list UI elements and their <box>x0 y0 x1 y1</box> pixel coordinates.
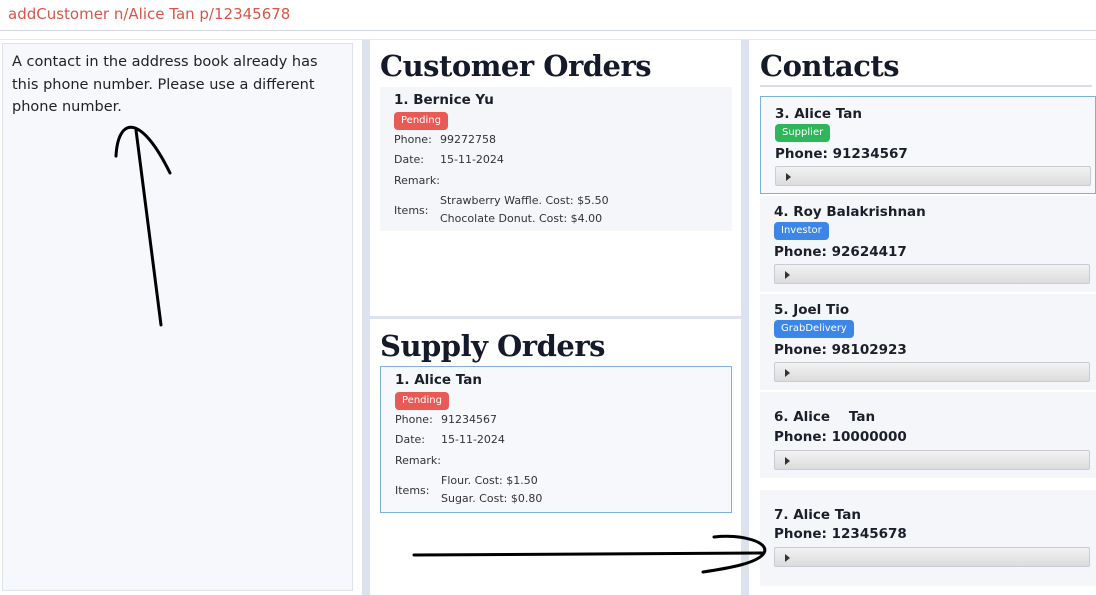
expand-arrow-icon <box>786 173 791 181</box>
date-label: Date: <box>395 433 425 446</box>
phone-value: 91234567 <box>441 413 497 426</box>
contact-name: 7. Alice Tan <box>774 507 861 523</box>
order-name: 1. Alice Tan <box>395 372 482 388</box>
status-badge: Pending <box>395 392 449 410</box>
expand-arrow-icon <box>785 457 790 465</box>
contact-name: 3. Alice Tan <box>775 106 862 122</box>
contact-name: 4. Roy Balakrishnan <box>774 204 926 220</box>
item-line: Flour. Cost: $1.50 <box>441 474 538 487</box>
remark-label: Remark: <box>394 174 440 187</box>
items-label: Items: <box>394 204 429 217</box>
result-column: A contact in the address book already ha… <box>0 40 362 595</box>
date-value: 15-11-2024 <box>441 433 505 446</box>
contact-expander[interactable] <box>774 362 1090 382</box>
status-badge: Pending <box>394 112 448 130</box>
contact-card[interactable]: 5. Joel Tio GrabDelivery Phone: 98102923 <box>760 294 1096 390</box>
contacts-column: Contacts 3. Alice Tan Supplier Phone: 91… <box>749 40 1096 595</box>
contact-name: 6. Alice Tan <box>774 409 876 425</box>
item-line: Strawberry Waffle. Cost: $5.50 <box>440 194 609 207</box>
contact-tag: GrabDelivery <box>774 320 854 338</box>
item-line: Chocolate Donut. Cost: $4.00 <box>440 212 603 225</box>
customer-orders-title: Customer Orders <box>380 49 652 83</box>
customer-order-card[interactable]: 1. Bernice Yu Pending Phone: 99272758 Da… <box>380 87 732 231</box>
orders-divider <box>370 316 741 319</box>
contact-tag: Supplier <box>775 124 831 142</box>
phone-value: 99272758 <box>440 133 496 146</box>
result-message: A contact in the address book already ha… <box>12 54 318 115</box>
orders-column: Customer Orders 1. Bernice Yu Pending Ph… <box>370 40 741 595</box>
column-separator <box>362 40 370 595</box>
contact-phone: Phone: 10000000 <box>774 429 907 445</box>
contacts-title-divider <box>760 85 1092 87</box>
item-line: Sugar. Cost: $0.80 <box>441 492 543 505</box>
expand-arrow-icon <box>785 271 790 279</box>
contact-tag: Investor <box>774 222 829 240</box>
result-display[interactable]: A contact in the address book already ha… <box>2 43 353 591</box>
contact-expander[interactable] <box>774 450 1090 470</box>
command-bar <box>0 0 1096 31</box>
command-input[interactable] <box>0 0 1096 28</box>
contact-phone: Phone: 12345678 <box>774 526 907 542</box>
contact-expander[interactable] <box>775 166 1091 186</box>
contact-card[interactable]: 3. Alice Tan Supplier Phone: 91234567 <box>760 96 1096 194</box>
column-separator <box>741 40 749 595</box>
contact-phone: Phone: 92624417 <box>774 244 907 260</box>
contact-expander[interactable] <box>774 264 1090 284</box>
expand-arrow-icon <box>785 369 790 377</box>
phone-label: Phone: <box>394 133 432 146</box>
contact-expander[interactable] <box>774 547 1090 567</box>
phone-label: Phone: <box>395 413 433 426</box>
date-label: Date: <box>394 153 424 166</box>
remark-label: Remark: <box>395 454 441 467</box>
order-name: 1. Bernice Yu <box>394 92 494 108</box>
supply-order-card[interactable]: 1. Alice Tan Pending Phone: 91234567 Dat… <box>380 366 732 513</box>
contact-phone: Phone: 98102923 <box>774 342 907 358</box>
contact-card[interactable]: 6. Alice Tan Phone: 10000000 <box>760 392 1096 478</box>
contact-name: 5. Joel Tio <box>774 302 850 318</box>
contact-phone: Phone: 91234567 <box>775 146 908 162</box>
contacts-title: Contacts <box>760 49 900 83</box>
date-value: 15-11-2024 <box>440 153 504 166</box>
contact-card[interactable]: 7. Alice Tan Phone: 12345678 <box>760 490 1096 586</box>
items-label: Items: <box>395 484 430 497</box>
top-divider <box>0 31 1096 40</box>
supply-orders-title: Supply Orders <box>380 329 605 363</box>
expand-arrow-icon <box>785 554 790 562</box>
contact-card[interactable]: 4. Roy Balakrishnan Investor Phone: 9262… <box>760 196 1096 292</box>
